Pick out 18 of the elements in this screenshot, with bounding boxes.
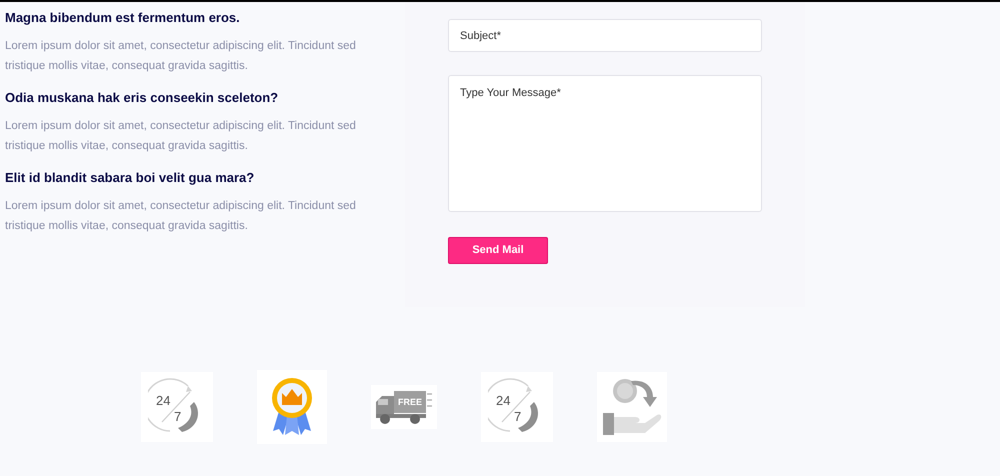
send-mail-button[interactable]: Send Mail	[448, 237, 548, 264]
truck-label: FREE	[398, 397, 422, 407]
phone-clock-icon	[488, 378, 538, 432]
clock-label: 24	[496, 393, 510, 408]
subject-field[interactable]: Subject*	[448, 19, 762, 52]
clock-label: 7	[174, 409, 182, 424]
phone-clock-icon	[148, 378, 198, 432]
truck-icon	[376, 391, 432, 424]
clock-label: 24	[156, 393, 170, 408]
faq-answer: Lorem ipsum dolor sit amet, consectetur adipiscing elit. Tincidunt sed tristique mollis vitae, consequat gravida sagittis.	[5, 39, 357, 74]
faq-question: Elit id blandit sabara boi velit gua mara?	[5, 169, 256, 187]
faq-answer: Lorem ipsum dolor sit amet, consectetur adipiscing elit. Tincidunt sed tristique mollis vitae, consequat gravida sagittis.	[5, 199, 357, 234]
message-field[interactable]: Type Your Message*	[448, 75, 762, 212]
faq-question: Magna bibendum est fermentum eros.	[5, 9, 241, 27]
faq-question: Odia muskana hak eris conseekin sceleton?	[5, 89, 280, 107]
medal-icon	[269, 377, 315, 437]
clock-label: 7	[514, 409, 522, 424]
faq-answer: Lorem ipsum dolor sit amet, consectetur adipiscing elit. Tincidunt sed tristique mollis vitae, consequat gravida sagittis.	[5, 119, 357, 154]
